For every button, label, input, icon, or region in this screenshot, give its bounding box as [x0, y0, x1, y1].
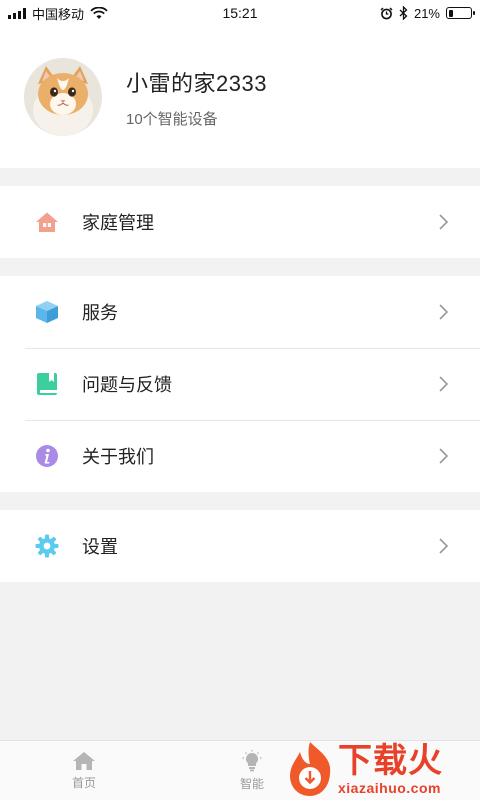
- chevron-right-icon: [439, 304, 449, 320]
- watermark-url: xiazaihuo.com: [338, 780, 441, 796]
- menu-item-label: 设置: [82, 537, 118, 557]
- menu-item-settings[interactable]: 设置: [0, 510, 480, 582]
- menu-group-family: 家庭管理: [0, 186, 480, 258]
- gear-icon: [34, 533, 60, 559]
- chevron-right-icon: [439, 376, 449, 392]
- status-bar: 中国移动 15:21 21%: [0, 0, 480, 26]
- box-icon: [34, 299, 60, 325]
- menu-item-label: 服务: [82, 303, 118, 323]
- menu-item-service[interactable]: 服务: [0, 276, 480, 348]
- menu-item-about-us[interactable]: 关于我们: [0, 420, 480, 492]
- menu-item-label: 家庭管理: [82, 213, 154, 233]
- flame-logo-icon: [290, 742, 331, 796]
- home-tab-icon: [73, 751, 95, 770]
- battery-percent: 21%: [413, 5, 440, 21]
- signal-icon: [8, 7, 26, 19]
- carrier-label: 中国移动: [32, 6, 85, 22]
- book-icon: [34, 371, 60, 397]
- menu-item-label: 问题与反馈: [82, 375, 172, 395]
- menu-item-feedback[interactable]: 问题与反馈: [0, 348, 480, 420]
- chevron-right-icon: [439, 538, 449, 554]
- wifi-icon: [90, 6, 108, 19]
- watermark-title: 下载火: [338, 742, 443, 780]
- chevron-right-icon: [439, 214, 449, 230]
- tab-label: 智能: [239, 776, 264, 791]
- tab-home[interactable]: 首页: [0, 741, 168, 800]
- profile-header[interactable]: 小雷的家2333 10个智能设备: [0, 26, 480, 168]
- menu-group-info: 服务 问题与反馈 关于我们: [0, 276, 480, 492]
- info-icon: [34, 443, 60, 469]
- battery-icon: [446, 7, 475, 19]
- cat-avatar[interactable]: [24, 58, 102, 136]
- device-count: 10个智能设备: [126, 110, 218, 128]
- bluetooth-icon: [399, 6, 408, 20]
- menu-group-settings: 设置: [0, 510, 480, 582]
- house-icon: [34, 209, 60, 235]
- bulb-tab-icon: [242, 749, 262, 771]
- chevron-right-icon: [439, 448, 449, 464]
- alarm-icon: [380, 6, 393, 19]
- menu-item-family-management[interactable]: 家庭管理: [0, 186, 480, 258]
- menu-item-label: 关于我们: [82, 447, 154, 467]
- download-site-watermark: 下载火 xiazaihuo.com: [280, 738, 480, 800]
- home-name: 小雷的家2333: [126, 70, 267, 96]
- tab-label: 首页: [71, 775, 96, 790]
